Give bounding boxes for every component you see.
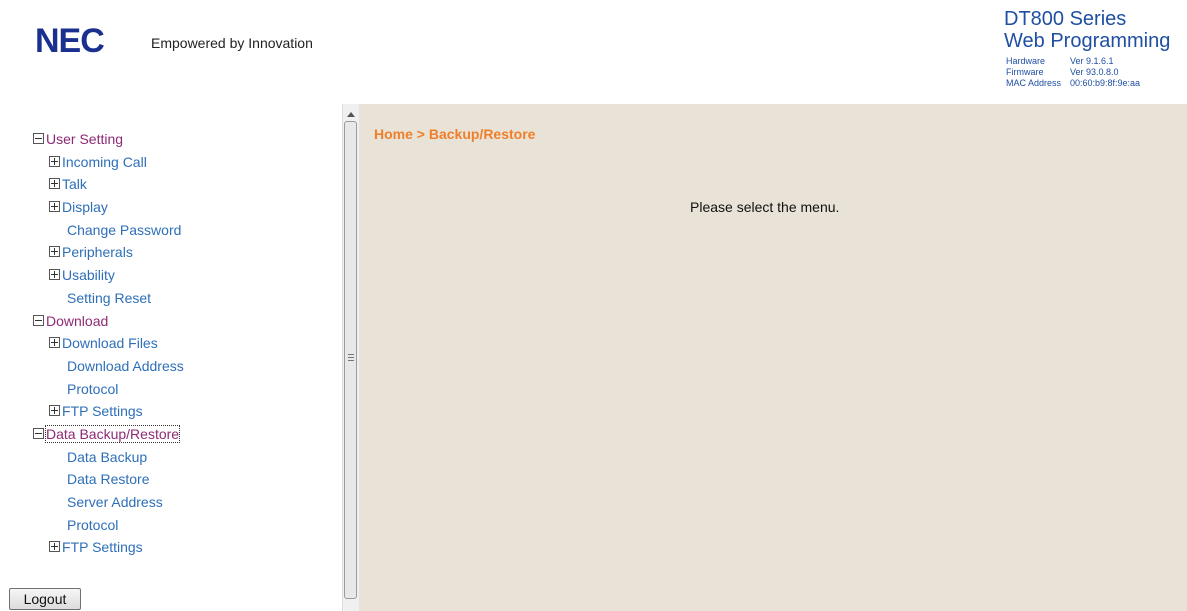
menu-label: User Setting [46,131,124,147]
menu-label: FTP Settings [62,539,143,556]
menu-data-restore[interactable]: Data Restore [33,468,184,491]
mac-label: MAC Address [1006,78,1062,88]
menu-label: Protocol [67,516,119,533]
menu-label: Change Password [67,221,182,238]
menu-label: Download [46,312,109,329]
expand-icon[interactable] [49,246,60,258]
menu-data-backup[interactable]: Data Backup [33,446,184,469]
menu-tree: User Setting Incoming Call Talk Display … [33,128,184,559]
menu-usability[interactable]: Usability [33,264,184,287]
logout-button[interactable]: Logout [9,588,81,610]
menu-peripherals[interactable]: Peripherals [33,241,184,264]
expand-icon[interactable] [49,269,60,281]
navigation-panel: User Setting Incoming Call Talk Display … [0,104,342,611]
menu-label: Download Files [62,335,158,352]
collapse-icon[interactable] [33,427,44,439]
menu-label: Setting Reset [67,289,152,306]
firmware-value: Ver 93.0.8.0 [1070,67,1119,77]
mac-value: 00:60:b9:8f:9e:aa [1070,78,1141,88]
version-info: Hardware Ver 9.1.6.1 Firmware Ver 93.0.8.0… [1006,56,1140,89]
breadcrumb: Home > Backup/Restore [374,126,536,142]
product-subtitle: Web Programming [1004,30,1171,52]
vertical-scrollbar[interactable] [342,104,359,611]
menu-user-setting[interactable]: User Setting [33,128,184,151]
menu-talk[interactable]: Talk [33,173,184,196]
menu-protocol-backup[interactable]: Protocol [33,514,184,537]
expand-icon[interactable] [49,201,60,213]
menu-setting-reset[interactable]: Setting Reset [33,287,184,310]
expand-icon[interactable] [49,178,60,190]
expand-icon[interactable] [49,405,60,417]
menu-label: Data Backup/Restore [44,424,181,443]
expand-icon[interactable] [49,541,60,553]
product-series: DT800 Series [1004,8,1127,30]
menu-download[interactable]: Download [33,310,184,333]
collapse-icon[interactable] [33,314,44,326]
menu-label: FTP Settings [62,403,143,420]
expand-icon[interactable] [49,337,60,349]
menu-label: Data Backup [67,448,148,465]
content-area: Home > Backup/Restore Please select the … [359,104,1187,611]
menu-server-address[interactable]: Server Address [33,491,184,514]
menu-data-backup-restore[interactable]: Data Backup/Restore [33,423,184,446]
menu-incoming-call[interactable]: Incoming Call [33,151,184,174]
menu-label: Incoming Call [62,153,147,170]
hardware-value: Ver 9.1.6.1 [1070,56,1114,66]
menu-display[interactable]: Display [33,196,184,219]
menu-label: Usability [62,267,115,284]
menu-label: Protocol [67,380,119,397]
hardware-label: Hardware [1006,56,1046,66]
instruction-message: Please select the menu. [690,199,840,215]
menu-label: Talk [62,176,87,193]
scroll-up-arrow-icon[interactable] [347,112,355,117]
collapse-icon[interactable] [33,133,44,144]
expand-icon[interactable] [49,155,60,167]
menu-label: Data Restore [67,471,150,488]
menu-ftp-settings[interactable]: FTP Settings [33,400,184,423]
header: NEC Empowered by Innovation DT800 Series… [0,0,1187,104]
menu-protocol[interactable]: Protocol [33,378,184,401]
firmware-label: Firmware [1006,67,1044,77]
menu-ftp-settings-backup[interactable]: FTP Settings [33,536,184,559]
menu-label: Download Address [67,357,184,374]
tagline: Empowered by Innovation [151,35,313,51]
product-title: DT800 Series Web Programming [1004,8,1170,52]
grip-icon [348,354,354,361]
menu-label: Server Address [67,494,163,510]
scroll-thumb[interactable] [344,121,357,599]
menu-change-password[interactable]: Change Password [33,219,184,242]
menu-label: Display [62,199,108,216]
menu-download-address[interactable]: Download Address [33,355,184,378]
nec-logo: NEC [35,22,105,60]
menu-download-files[interactable]: Download Files [33,332,184,355]
menu-label: Peripherals [62,244,133,261]
